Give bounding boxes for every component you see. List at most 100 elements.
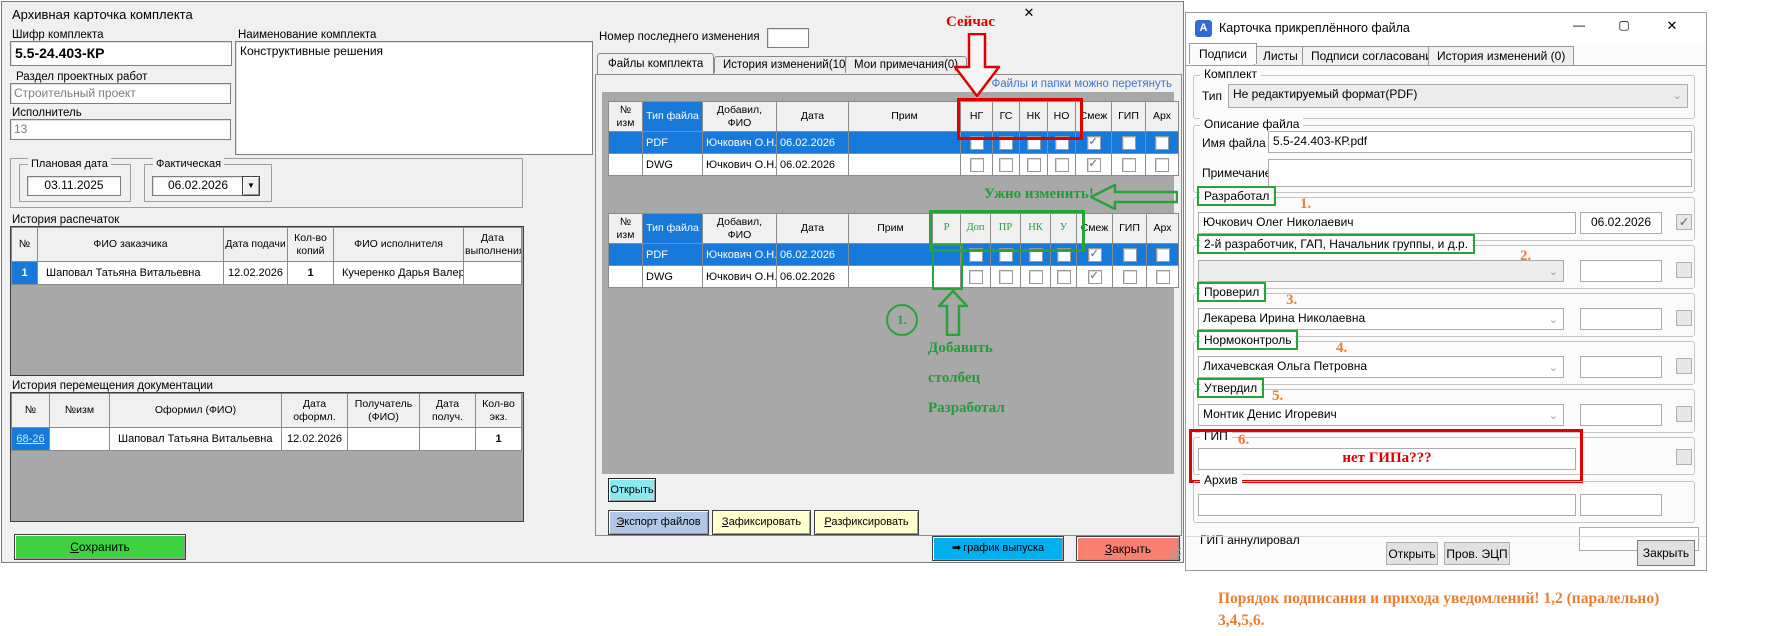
file-type-cell[interactable]: PDF bbox=[643, 132, 703, 154]
checkbox-gip[interactable] bbox=[1123, 248, 1137, 262]
checkbox-no[interactable] bbox=[1055, 158, 1069, 172]
tab-sheets[interactable]: Листы bbox=[1254, 46, 1307, 66]
checkbox-smezh-checked[interactable] bbox=[1087, 158, 1101, 172]
export-files-button[interactable]: Экспорт файлов bbox=[608, 510, 709, 535]
tab-signatures[interactable]: Подписи bbox=[1189, 43, 1257, 64]
checkbox-u[interactable] bbox=[1057, 248, 1071, 262]
file-type-cell[interactable]: DWG bbox=[643, 266, 703, 288]
tab-files[interactable]: Файлы комплекта bbox=[597, 53, 714, 74]
file-author-cell[interactable]: Ючкович О.Н. bbox=[703, 244, 777, 266]
gip-field[interactable]: нет ГИПа??? bbox=[1198, 448, 1576, 470]
save-button[interactable]: Сохранить bbox=[14, 534, 186, 560]
utverdil-date-field[interactable] bbox=[1580, 404, 1662, 426]
copies-cell[interactable]: 1 bbox=[288, 262, 334, 285]
tab-approval-signatures[interactable]: Подписи согласования bbox=[1302, 46, 1447, 66]
shifr-field[interactable]: 5.5-24.403-КР bbox=[10, 41, 232, 66]
fix-button[interactable]: Зафиксировать bbox=[712, 510, 811, 535]
name-field[interactable]: Конструктивные решения bbox=[235, 41, 593, 155]
second-developer-date-field[interactable] bbox=[1580, 260, 1662, 282]
open-button[interactable]: Открыть bbox=[1386, 542, 1438, 565]
done-date-cell[interactable] bbox=[464, 262, 522, 285]
checkbox-pr[interactable] bbox=[999, 270, 1013, 284]
checkbox-arh[interactable] bbox=[1156, 248, 1170, 262]
file-row-pdf[interactable]: PDF Ючкович О.Н. 06.02.2026 bbox=[609, 244, 1179, 266]
file-row-dwg[interactable]: DWG Ючкович О.Н. 06.02.2026 bbox=[609, 266, 1179, 288]
fact-date-field[interactable]: 06.02.2026 bbox=[152, 176, 244, 196]
record-link[interactable]: 68-26 bbox=[16, 433, 44, 445]
table-row[interactable]: 68-26 Шаповал Татьяна Витальевна 12.02.2… bbox=[12, 428, 522, 451]
checkbox-arh[interactable] bbox=[1155, 158, 1169, 172]
close-icon[interactable]: ✕ bbox=[1654, 18, 1690, 38]
file-row-pdf[interactable]: PDF Ючкович О.Н. 06.02.2026 bbox=[609, 132, 1179, 154]
razrabotal-name-field[interactable]: Ючкович Олег Николаевич bbox=[1198, 212, 1576, 234]
fact-date-dropdown-icon[interactable]: ▼ bbox=[242, 176, 260, 196]
checkbox-no[interactable] bbox=[1055, 136, 1069, 150]
razrabotal-checkbox-checked[interactable] bbox=[1676, 214, 1692, 230]
checkbox-arh[interactable] bbox=[1156, 270, 1170, 284]
maximize-icon[interactable]: ▢ bbox=[1609, 18, 1639, 38]
checkbox-gs[interactable] bbox=[999, 158, 1013, 172]
second-developer-combo[interactable]: ⌄ bbox=[1198, 260, 1564, 282]
checkbox-u[interactable] bbox=[1057, 270, 1071, 284]
date-cell[interactable]: 12.02.2026 bbox=[224, 262, 288, 285]
file-author-cell[interactable]: Ючкович О.Н. bbox=[703, 266, 777, 288]
checkbox-dop[interactable] bbox=[969, 270, 983, 284]
normokontrol-date-field[interactable] bbox=[1580, 356, 1662, 378]
file-author-cell[interactable]: Ючкович О.Н. bbox=[703, 154, 777, 176]
recv-date-cell[interactable] bbox=[420, 428, 476, 451]
executor-cell[interactable]: Кучеренко Дарья Валерьевна bbox=[334, 262, 464, 285]
table-row[interactable]: 1 Шаповал Татьяна Витальевна 12.02.2026 … bbox=[12, 262, 522, 285]
checkbox-pr[interactable] bbox=[999, 248, 1013, 262]
col-header[interactable]: Тип файла bbox=[643, 214, 703, 244]
customer-cell[interactable]: Шаповал Татьяна Витальевна bbox=[38, 262, 224, 285]
gip-checkbox[interactable] bbox=[1676, 449, 1692, 465]
file-date-cell[interactable]: 06.02.2026 bbox=[777, 132, 849, 154]
utverdil-combo[interactable]: Монтик Денис Игоревич ⌄ bbox=[1198, 404, 1564, 426]
release-schedule-button[interactable]: ➡график выпуска bbox=[932, 536, 1064, 561]
close-button[interactable]: Закрыть bbox=[1076, 536, 1180, 561]
verify-ecp-button[interactable]: Пров. ЭЦП bbox=[1444, 542, 1510, 565]
tab-change-history[interactable]: История изменений (0) bbox=[1428, 46, 1574, 66]
row-num-cell[interactable]: 1 bbox=[12, 262, 38, 285]
checkbox-arh[interactable] bbox=[1155, 136, 1169, 150]
checkbox-nk[interactable] bbox=[1029, 248, 1043, 262]
proveril-combo[interactable]: Лекарева Ирина Николаевна ⌄ bbox=[1198, 308, 1564, 330]
checkbox-gip[interactable] bbox=[1123, 270, 1137, 284]
normokontrol-checkbox[interactable] bbox=[1676, 358, 1692, 374]
checkbox-nk[interactable] bbox=[1029, 270, 1043, 284]
checkbox-nk[interactable] bbox=[1027, 158, 1041, 172]
proveril-checkbox[interactable] bbox=[1676, 310, 1692, 326]
author-cell[interactable]: Шаповал Татьяна Витальевна bbox=[110, 428, 282, 451]
filename-field[interactable]: 5.5-24.403-КР.pdf bbox=[1268, 131, 1692, 153]
izm-cell[interactable] bbox=[50, 428, 110, 451]
checkbox-gs[interactable] bbox=[999, 136, 1013, 150]
checkbox-nk[interactable] bbox=[1027, 136, 1041, 150]
file-row-dwg[interactable]: DWG Ючкович О.Н. 06.02.2026 bbox=[609, 154, 1179, 176]
unfix-button[interactable]: Разфиксировать bbox=[814, 510, 919, 535]
minimize-icon[interactable]: — bbox=[1564, 18, 1594, 38]
last-change-field[interactable] bbox=[767, 28, 809, 48]
proveril-date-field[interactable] bbox=[1580, 308, 1662, 330]
checkbox-dop[interactable] bbox=[969, 248, 983, 262]
drag-hint-link[interactable]: Файлы и папки можно перетянуть bbox=[902, 78, 1172, 90]
note-field[interactable] bbox=[1268, 159, 1692, 187]
date-cell[interactable]: 12.02.2026 bbox=[282, 428, 348, 451]
archive-date-field[interactable] bbox=[1580, 494, 1662, 516]
tab-history[interactable]: История изменений(10) bbox=[714, 56, 858, 73]
second-developer-checkbox[interactable] bbox=[1676, 262, 1692, 278]
normokontrol-combo[interactable]: Лихачевская Ольга Петровна ⌄ bbox=[1198, 356, 1564, 378]
checkbox-smezh-checked[interactable] bbox=[1087, 136, 1101, 150]
utverdil-checkbox[interactable] bbox=[1676, 406, 1692, 422]
checkbox-ng[interactable] bbox=[970, 158, 984, 172]
checkbox-gip[interactable] bbox=[1122, 136, 1136, 150]
file-author-cell[interactable]: Ючкович О.Н. bbox=[703, 132, 777, 154]
archive-field[interactable] bbox=[1198, 494, 1576, 516]
file-type-cell[interactable]: PDF bbox=[643, 244, 703, 266]
checkbox-smezh-checked[interactable] bbox=[1088, 270, 1102, 284]
open-file-button[interactable]: Открыть bbox=[608, 478, 656, 502]
checkbox-gip[interactable] bbox=[1122, 158, 1136, 172]
razrabotal-date-field[interactable]: 06.02.2026 bbox=[1580, 212, 1662, 234]
checkbox-smezh-checked[interactable] bbox=[1088, 248, 1102, 262]
file-type-cell[interactable]: DWG bbox=[643, 154, 703, 176]
plan-date-field[interactable]: 03.11.2025 bbox=[27, 176, 121, 196]
